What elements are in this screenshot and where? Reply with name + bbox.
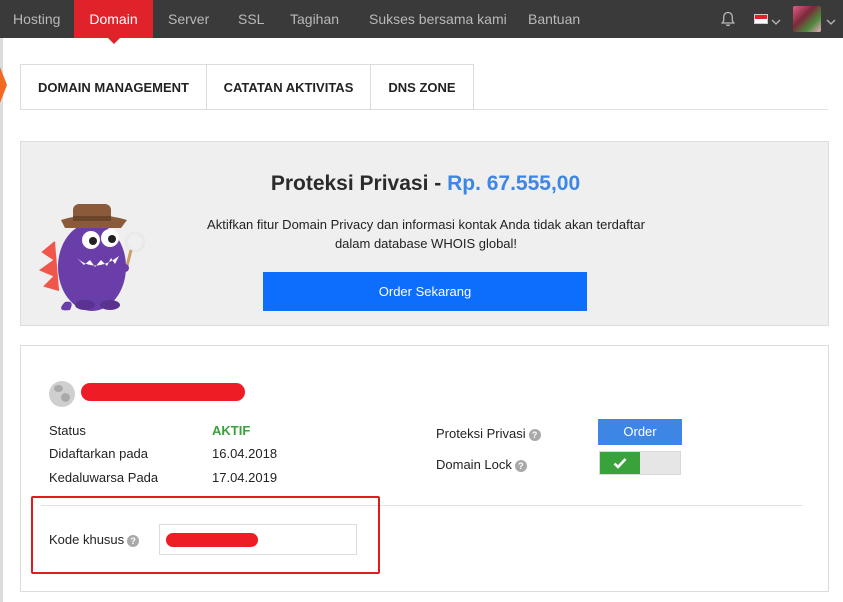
globe-icon [49,381,75,407]
sidebar-edge [0,38,3,602]
order-now-button[interactable]: Order Sekarang [263,272,587,311]
registered-value: 16.04.2018 [212,446,278,461]
active-caret-icon [107,38,120,44]
highlight-annotation-box [31,496,380,574]
tab-dns-zone[interactable]: DNS ZONE [370,64,474,110]
registered-label: Didaftarkan pada [49,446,149,461]
help-icon[interactable]: ? [528,428,541,441]
status-label: Status [49,423,86,438]
domain-lock-label: Domain Lock? [436,457,527,472]
privacy-protection-label: Proteksi Privasi? [436,426,541,441]
domain-lock-toggle[interactable] [599,451,681,475]
promo-title: Proteksi Privasi - Rp. 67.555,00 [21,172,830,196]
domain-lock-text: Domain Lock [436,457,512,472]
privacy-promo-banner: Proteksi Privasi - Rp. 67.555,00 Aktifka… [20,141,829,326]
top-navbar: Hosting Domain Server SSL Tagihan Sukses… [0,0,843,44]
tabs-divider [474,109,828,110]
nav-item-server[interactable]: Server [168,0,209,38]
checkmark-icon [600,452,640,474]
nav-item-tagihan[interactable]: Tagihan [290,0,339,38]
redacted-domain-name [81,383,245,401]
nav-item-domain[interactable]: Domain [74,0,153,44]
status-value: AKTIF [212,423,251,438]
expiry-value: 17.04.2019 [212,470,278,485]
promo-price: Rp. 67.555,00 [447,172,581,195]
nav-item-sukses[interactable]: Sukses bersama kami [369,0,507,38]
privacy-order-button[interactable]: Order [598,419,682,445]
privacy-protection-text: Proteksi Privasi [436,426,526,441]
chevron-down-icon[interactable] [771,15,781,29]
nav-item-bantuan[interactable]: Bantuan [528,0,580,38]
nav-item-ssl[interactable]: SSL [238,0,264,38]
tab-catatan-aktivitas[interactable]: CATATAN AKTIVITAS [206,64,371,110]
avatar[interactable] [793,6,821,32]
nav-item-label: Domain [89,11,138,27]
tab-domain-management[interactable]: DOMAIN MANAGEMENT [20,64,207,110]
promo-description: Aktifkan fitur Domain Privacy dan inform… [207,217,645,251]
help-icon[interactable]: ? [514,459,527,472]
expiry-label: Kedaluwarsa Pada [49,470,159,485]
chevron-down-icon[interactable] [826,15,836,29]
promo-title-text: Proteksi Privasi - [270,172,448,195]
sidebar-toggle-arrow-icon[interactable] [0,67,7,103]
monster-mascot-icon [38,204,146,311]
flag-indonesia-icon[interactable] [754,14,768,24]
nav-item-hosting[interactable]: Hosting [13,0,60,38]
bell-icon[interactable] [720,11,736,27]
